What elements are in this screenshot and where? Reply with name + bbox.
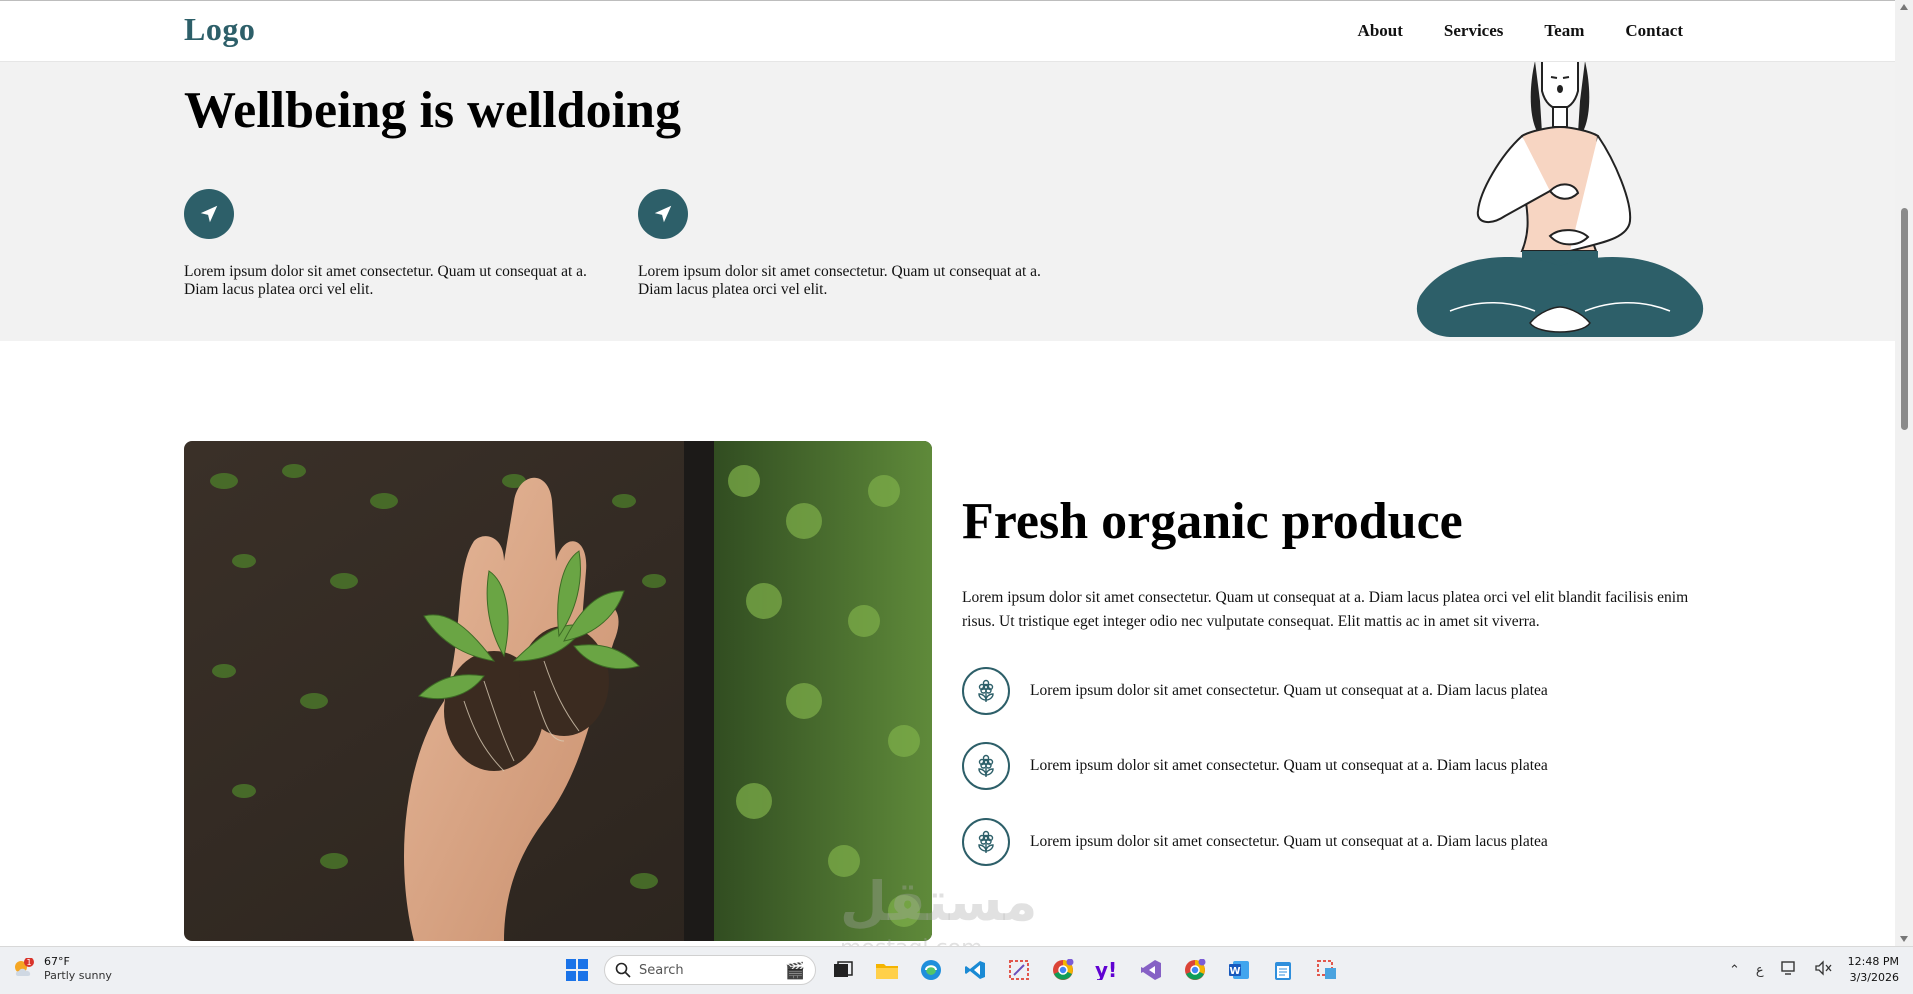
file-explorer-icon[interactable] [870, 953, 904, 987]
nav-about[interactable]: About [1358, 21, 1403, 41]
flower-icon [962, 818, 1010, 866]
scrollbar-thumb[interactable] [1901, 208, 1908, 430]
search-label: Search [639, 962, 684, 978]
paper-plane-icon[interactable] [638, 189, 688, 239]
clock[interactable]: 12:48 PM 3/3/2026 [1848, 954, 1899, 986]
nav-services[interactable]: Services [1444, 21, 1503, 41]
nav-team[interactable]: Team [1544, 21, 1584, 41]
vertical-scrollbar[interactable] [1895, 0, 1913, 946]
word-icon[interactable]: W [1222, 953, 1256, 987]
edge-browser-icon[interactable] [914, 953, 948, 987]
list-item-text: Lorem ipsum dolor sit amet consectetur. … [1030, 682, 1548, 699]
weather-badge: 1 [26, 958, 31, 967]
weather-condition: Partly sunny [44, 969, 112, 982]
hero-title: Wellbeing is welldoing [184, 82, 681, 139]
language-indicator[interactable]: ع [1756, 963, 1764, 978]
list-item-text: Lorem ipsum dolor sit amet consectetur. … [1030, 833, 1548, 850]
svg-text:W: W [1229, 966, 1240, 977]
list-item-text: Lorem ipsum dolor sit amet consectetur. … [1030, 757, 1548, 774]
weather-widget[interactable]: 1 67°F Partly sunny [12, 955, 112, 983]
notepad-icon[interactable] [1266, 953, 1300, 987]
chrome-profile-icon[interactable] [1046, 953, 1080, 987]
meditating-woman-illustration [1416, 61, 1704, 337]
snipping-tool-icon[interactable] [1002, 953, 1036, 987]
flower-icon [962, 667, 1010, 715]
hero-feature-text: Lorem ipsum dolor sit amet consectetur. … [638, 263, 1041, 298]
task-view-icon[interactable] [826, 953, 860, 987]
volume-muted-icon[interactable] [1814, 960, 1832, 980]
search-icon [615, 962, 631, 978]
network-icon[interactable] [1780, 960, 1798, 980]
yahoo-icon[interactable]: y! [1090, 953, 1124, 987]
weather-temp: 67°F [44, 955, 70, 968]
taskbar-apps: Search 🎬 y! W [560, 952, 1344, 988]
site-logo[interactable]: Logo [184, 11, 255, 48]
screen-snip-icon[interactable] [1310, 953, 1344, 987]
hand-holding-seedlings-photo [184, 441, 932, 941]
hero-feature-text: Lorem ipsum dolor sit amet consectetur. … [184, 263, 587, 298]
main-nav: About Services Team Contact [1358, 21, 1683, 41]
watermark-url: mostaql.com [840, 936, 983, 946]
chrome-icon[interactable] [1178, 953, 1212, 987]
vscode-icon[interactable] [958, 953, 992, 987]
scroll-up-arrow-icon[interactable] [1900, 4, 1908, 10]
chevron-up-icon[interactable]: ⌃ [1729, 963, 1740, 978]
svg-text:y!: y! [1095, 960, 1117, 980]
movie-clapper-icon: 🎬 [785, 960, 805, 980]
flower-icon [962, 742, 1010, 790]
list-item: Lorem ipsum dolor sit amet consectetur. … [962, 665, 1722, 717]
taskbar-search[interactable]: Search 🎬 [604, 955, 816, 985]
paper-plane-icon[interactable] [184, 189, 234, 239]
scroll-down-arrow-icon[interactable] [1900, 936, 1908, 942]
windows-start-icon[interactable] [560, 953, 594, 987]
hero-feature-2: Lorem ipsum dolor sit amet consectetur. … [638, 189, 1058, 299]
section-title: Fresh organic produce [962, 493, 1463, 550]
clock-date: 3/3/2026 [1849, 971, 1899, 984]
hero-section: Wellbeing is welldoing Lorem ipsum dolor… [0, 61, 1895, 341]
browser-viewport: Logo About Services Team Contact Wellbei… [0, 0, 1895, 946]
section-paragraph: Lorem ipsum dolor sit amet consectetur. … [962, 589, 1689, 630]
partly-sunny-icon: 1 [12, 957, 36, 980]
taskbar: 1 67°F Partly sunny Search 🎬 y! W ⌃ ع 12… [0, 946, 1913, 994]
hero-feature-1: Lorem ipsum dolor sit amet consectetur. … [184, 189, 604, 299]
nav-contact[interactable]: Contact [1625, 21, 1683, 41]
system-tray: ⌃ ع 12:48 PM 3/3/2026 [1729, 953, 1899, 987]
list-item: Lorem ipsum dolor sit amet consectetur. … [962, 816, 1722, 868]
watermark-text: مستقل [840, 870, 1038, 933]
clock-time: 12:48 PM [1847, 955, 1899, 968]
site-header: Logo About Services Team Contact [0, 1, 1895, 62]
list-item: Lorem ipsum dolor sit amet consectetur. … [962, 740, 1722, 792]
visual-studio-icon[interactable] [1134, 953, 1168, 987]
